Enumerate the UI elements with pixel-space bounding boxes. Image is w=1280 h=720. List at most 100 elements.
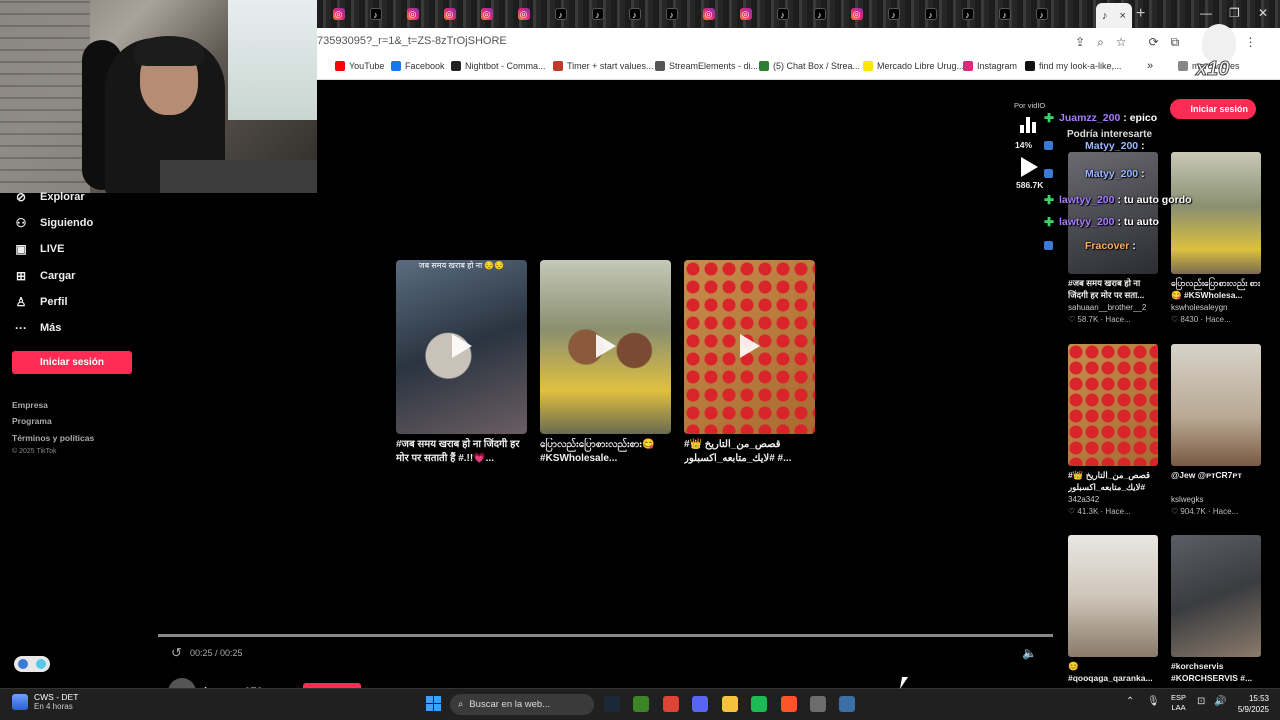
suggested-caption[interactable]: #👑 قصص_من_التاريخ #لايك_متابعه_اكسبلور #… xyxy=(1068,469,1158,493)
weather-widget[interactable]: CWS - DET En 4 horas xyxy=(12,692,78,711)
suggested-thumbnail[interactable] xyxy=(1171,344,1261,466)
bookmark-item[interactable]: Instagram xyxy=(963,61,1017,71)
nav-item-perfil[interactable]: ♙ Perfil xyxy=(14,295,68,309)
play-icon[interactable] xyxy=(596,334,616,358)
video-title[interactable]: #👑 قصص_من_التاريخ #لايك_متابعه_اكسبلور #… xyxy=(684,438,815,468)
active-tab[interactable]: ♪ × xyxy=(1096,3,1132,28)
extension-icon[interactable]: ⟳ xyxy=(1149,35,1159,50)
browser-tab[interactable]: ♪ xyxy=(653,4,690,24)
suggested-username[interactable]: kswholesaleygn xyxy=(1171,303,1261,312)
browser-tab[interactable]: ◎ xyxy=(838,4,875,24)
browser-tab[interactable]: ♪ xyxy=(875,4,912,24)
nav-item-cargar[interactable]: ⊞ Cargar xyxy=(14,269,76,283)
nav-item-ms[interactable]: ··· Más xyxy=(14,321,61,335)
maximize-button[interactable]: ❐ xyxy=(1229,6,1240,20)
video-thumbnail[interactable] xyxy=(684,260,815,434)
browser-tab[interactable]: ◎ xyxy=(394,4,431,24)
taskbar-search[interactable]: ⌕ Buscar en la web... xyxy=(450,694,594,715)
browser-tab[interactable]: ◎ xyxy=(505,4,542,24)
suggested-username[interactable]: kslwegks xyxy=(1171,495,1261,504)
suggested-caption[interactable]: #korchservis #KORCHSERVIS #... xyxy=(1171,660,1261,684)
play-icon[interactable] xyxy=(452,334,472,358)
extensions-puzzle-icon[interactable]: ⧉ xyxy=(1171,35,1180,50)
taskbar-minecraft-icon[interactable] xyxy=(633,696,649,712)
taskbar-steam-icon[interactable] xyxy=(604,696,620,712)
minimize-button[interactable]: — xyxy=(1200,6,1212,20)
microphone-icon[interactable]: 🎙 xyxy=(1147,696,1160,707)
bookmark-item[interactable]: Nightbot - Comma... xyxy=(451,61,546,71)
browser-tab[interactable]: ◎ xyxy=(727,4,764,24)
nav-item-explorar[interactable]: ⊘ Explorar xyxy=(14,190,85,204)
bookmark-star-icon[interactable]: ☆ xyxy=(1116,35,1127,50)
new-tab-button[interactable]: + xyxy=(1136,5,1145,23)
bookmark-item[interactable]: (5) Chat Box / Strea... xyxy=(759,61,860,71)
close-window-button[interactable]: ✕ xyxy=(1258,6,1268,20)
browser-tab[interactable]: ♪ xyxy=(357,4,394,24)
browser-tab[interactable]: ♪ xyxy=(1023,4,1060,24)
browser-tab[interactable]: ♪ xyxy=(764,4,801,24)
browser-tab[interactable]: ♪ xyxy=(986,4,1023,24)
footer-link-terms[interactable]: Términos y políticas xyxy=(12,433,94,443)
browser-tab[interactable]: ◎ xyxy=(431,4,468,24)
suggested-caption[interactable]: #जब समय खराब हो ना जिंदगी हर मोर पर सता.… xyxy=(1068,277,1158,301)
tab-close-icon[interactable]: × xyxy=(1120,10,1126,22)
url-text[interactable]: 73593095?_r=1&_t=ZS-8zTrOjSHORE xyxy=(317,35,507,47)
nav-item-live[interactable]: ▣ LIVE xyxy=(14,242,64,256)
browser-tab[interactable]: ◎ xyxy=(690,4,727,24)
video-progress-bar[interactable] xyxy=(158,634,1053,637)
nav-item-siguiendo[interactable]: ⚇ Siguiendo xyxy=(14,216,94,230)
taskbar-files-icon[interactable] xyxy=(722,696,738,712)
taskbar-app-icon[interactable] xyxy=(839,696,855,712)
video-title[interactable]: #जब समय खराब हो ना जिंदगी हर मोर पर सतात… xyxy=(396,438,527,468)
bookmark-item[interactable]: find my look-a-like,... xyxy=(1025,61,1122,71)
speaker-icon[interactable]: 🔊 xyxy=(1214,696,1226,707)
browser-tab[interactable]: ♪ xyxy=(616,4,653,24)
video-card-2[interactable]: ပြောလည်းပြောစားလည်းစား😋 #KSWholesale... xyxy=(540,260,671,468)
taskbar-search-placeholder[interactable]: Buscar en la web... xyxy=(469,699,550,710)
suggested-caption[interactable]: 😊 #qooqaga_qaranka... xyxy=(1068,660,1158,684)
suggested-video-card[interactable]: #korchservis #KORCHSERVIS #... xyxy=(1171,535,1261,684)
video-card-3[interactable]: #👑 قصص_من_التاريخ #لايك_متابعه_اكسبلور #… xyxy=(684,260,815,468)
browser-tab[interactable]: ◎ xyxy=(468,4,505,24)
browser-tab[interactable]: ♪ xyxy=(579,4,616,24)
suggested-video-card[interactable]: ပြောလည်းပြောစားလည်း စား😋 #KSWholesa... ks… xyxy=(1171,152,1261,324)
suggested-thumbnail[interactable] xyxy=(1171,535,1261,657)
replay-icon[interactable]: ↺ xyxy=(171,645,182,661)
suggested-caption[interactable]: ပြောလည်းပြောစားလည်း စား😋 #KSWholesa... xyxy=(1171,277,1261,301)
taskbar-brave-icon[interactable] xyxy=(781,696,797,712)
extension-pill[interactable] xyxy=(14,656,50,672)
suggested-username[interactable]: sahuaan__brother__2 xyxy=(1068,303,1158,312)
suggested-video-card[interactable]: 😊 #qooqaga_qaranka... xyxy=(1068,535,1158,684)
suggested-video-card[interactable]: #👑 قصص_من_التاريخ #لايك_متابعه_اكسبلور #… xyxy=(1068,344,1158,516)
taskbar-chrome-icon[interactable] xyxy=(663,696,679,712)
bookmark-item[interactable]: StreamElements - di... xyxy=(655,61,758,71)
suggested-video-card[interactable]: @Jew @ᴘᴛCR7ᴘᴛ kslwegks ♡ 904.7K · Hace... xyxy=(1171,344,1261,516)
browser-menu-icon[interactable]: ⋮ xyxy=(1244,35,1256,50)
bookmark-item[interactable]: Timer + start values... xyxy=(553,61,653,71)
video-thumbnail[interactable]: जब समय खराब हो ना 😔😔 xyxy=(396,260,527,434)
tray-chevron-icon[interactable]: ⌃ xyxy=(1126,696,1134,707)
login-button[interactable]: Iniciar sesión xyxy=(12,351,132,374)
windows-start-icon[interactable] xyxy=(426,696,441,711)
system-clock[interactable]: 15:53 5/9/2025 xyxy=(1233,693,1269,715)
taskbar-spotify-icon[interactable] xyxy=(751,696,767,712)
suggested-thumbnail[interactable] xyxy=(1171,152,1261,274)
language-indicator[interactable]: ESP LAA xyxy=(1171,693,1186,713)
taskbar-discord-icon[interactable] xyxy=(692,696,708,712)
video-thumbnail[interactable] xyxy=(540,260,671,434)
suggested-caption[interactable]: @Jew @ᴘᴛCR7ᴘᴛ xyxy=(1171,469,1261,493)
video-card-1[interactable]: जब समय खराब हो ना 😔😔 #जब समय खराब हो ना … xyxy=(396,260,527,468)
zoom-icon[interactable]: ⌕ xyxy=(1097,35,1104,50)
suggested-username[interactable]: 342a342 xyxy=(1068,495,1158,504)
video-title[interactable]: ပြောလည်းပြောစားလည်းစား😋 #KSWholesale... xyxy=(540,438,671,468)
browser-tab[interactable]: ♪ xyxy=(801,4,838,24)
volume-icon[interactable]: 🔈 xyxy=(1022,646,1037,660)
footer-link-empresa[interactable]: Empresa xyxy=(12,400,48,410)
browser-tab[interactable]: ♪ xyxy=(912,4,949,24)
browser-tab[interactable]: ♪ xyxy=(542,4,579,24)
login-top-button[interactable]: Iniciar sesión xyxy=(1170,99,1256,119)
play-icon[interactable] xyxy=(740,334,760,358)
network-icon[interactable]: ⊡ xyxy=(1197,696,1205,707)
suggested-thumbnail[interactable] xyxy=(1068,344,1158,466)
bookmark-item[interactable]: Mercado Libre Urug... xyxy=(863,61,964,71)
